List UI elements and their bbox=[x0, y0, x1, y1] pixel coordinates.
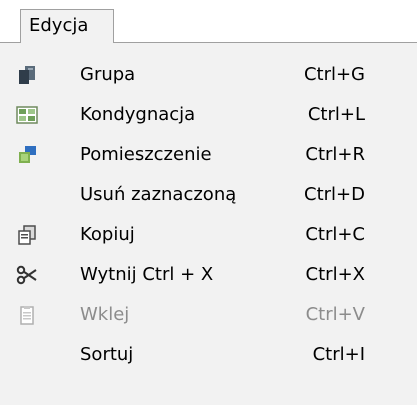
menu-item-wytnij[interactable]: Wytnij Ctrl + X Ctrl+X bbox=[0, 255, 417, 295]
menu-item-wklej[interactable]: Wklej Ctrl+V bbox=[0, 295, 417, 335]
menu-bar: Edycja bbox=[0, 0, 417, 43]
menu-item-pomieszczenie[interactable]: Pomieszczenie Ctrl+R bbox=[0, 135, 417, 175]
floor-icon bbox=[16, 105, 38, 125]
menu-item-kopiuj[interactable]: Kopiuj Ctrl+C bbox=[0, 215, 417, 255]
menu-item-usun-zaznaczona[interactable]: Usuń zaznaczoną Ctrl+D bbox=[0, 175, 417, 215]
room-icon bbox=[16, 145, 38, 165]
scissors-icon bbox=[16, 265, 38, 285]
paste-icon bbox=[16, 305, 38, 325]
menu-item-grupa[interactable]: Grupa Ctrl+G bbox=[0, 55, 417, 95]
copy-icon bbox=[16, 225, 38, 245]
menu-item-kondygnacja[interactable]: Kondygnacja Ctrl+L bbox=[0, 95, 417, 135]
menu-edycja[interactable]: Edycja bbox=[20, 9, 114, 43]
group-icon bbox=[16, 65, 38, 85]
menu-item-sortuj[interactable]: Sortuj Ctrl+I bbox=[0, 335, 417, 375]
edycja-dropdown-menu: Grupa Ctrl+G Kondygnacja Ctrl+L Pomieszc… bbox=[0, 42, 417, 405]
